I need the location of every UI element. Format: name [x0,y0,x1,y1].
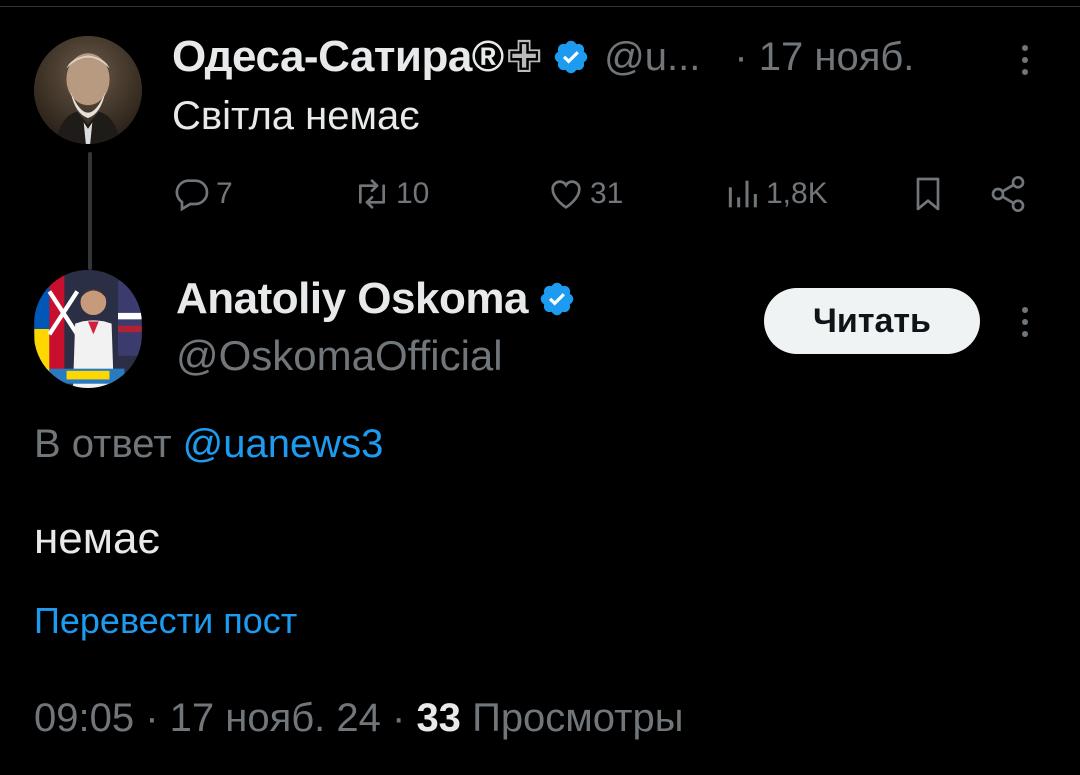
thread-connector [88,152,92,270]
post-meta: 09:05 · 17 нояб. 24 · 33 Просмотры [34,696,684,741]
reply-post-header: Anatoliy Oskoma [176,274,576,324]
verified-badge-icon [540,282,574,316]
views-label: Просмотры [472,696,684,740]
author-name[interactable]: Anatoliy Oskoma [176,274,528,324]
reply-count: 7 [216,177,233,210]
repost-button[interactable]: 10 [352,174,429,214]
more-icon[interactable] [1015,302,1035,342]
share-icon[interactable] [988,174,1028,214]
bookmark-icon[interactable] [908,174,948,214]
reply-prefix: В ответ [34,422,172,466]
reply-to-link[interactable]: @uanews3 [183,422,384,466]
like-count: 31 [590,177,624,210]
reply-button[interactable]: 7 [172,174,233,214]
reply-icon [175,179,209,212]
avatar[interactable] [34,270,142,388]
translate-post-link[interactable]: Перевести пост [34,600,297,642]
reply-context: В ответ @uanews3 [34,422,383,467]
like-icon [551,180,581,209]
more-icon[interactable] [1015,40,1035,80]
repost-icon [359,179,385,209]
post-text: немає [34,514,160,563]
views-count: 33 [416,696,461,740]
views-count: 1,8K [766,177,828,210]
parent-post-header: Одеса-Сатира® ✙ @u... · 17 нояб. [172,32,914,82]
like-button[interactable]: 31 [546,174,623,214]
cross-emoji: ✙ [505,32,543,82]
post-timestamp[interactable]: 09:05 · 17 нояб. 24 · [34,696,405,740]
post-date[interactable]: · 17 нояб. [734,35,914,80]
avatar[interactable] [34,36,142,144]
views-icon [728,180,757,208]
repost-count: 10 [396,177,430,210]
top-divider [0,6,1080,7]
author-name[interactable]: Одеса-Сатира® [172,32,504,82]
author-handle[interactable]: @OskomaOfficial [176,332,503,380]
follow-button[interactable]: Читать [764,288,980,354]
post-text: Світла немає [172,94,420,138]
views-button[interactable]: 1,8K [722,174,828,214]
author-handle[interactable]: @u... [604,35,700,80]
verified-badge-icon [554,40,588,74]
